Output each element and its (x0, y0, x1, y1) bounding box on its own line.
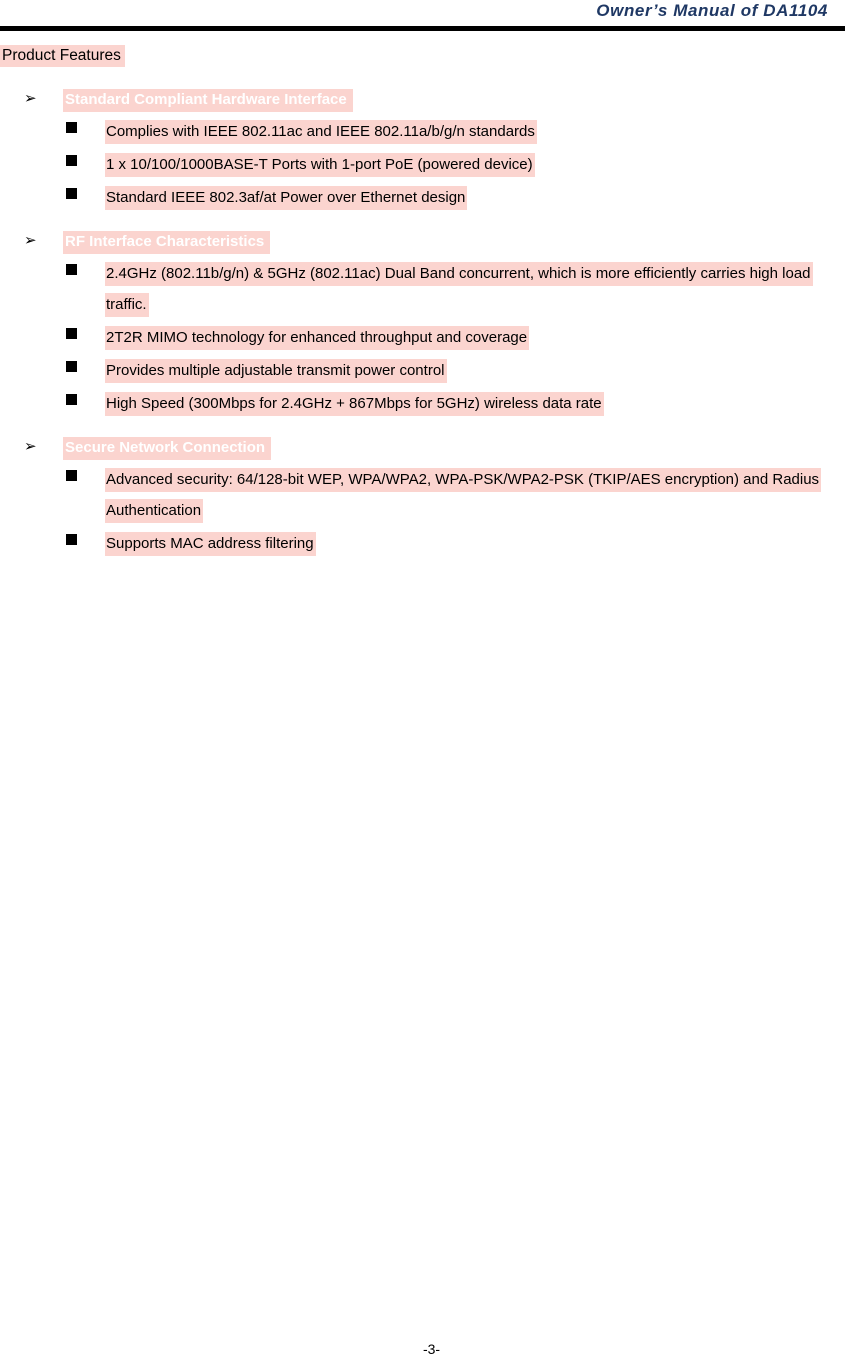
feature-sections: ➢ Standard Compliant Hardware Interface Co… (0, 87, 863, 559)
feature-list: Advanced security: 64/128-bit WEP, WPA/W… (0, 464, 863, 559)
list-item-text: 1 x 10/100/1000BASE-T Ports with 1-port … (105, 149, 855, 180)
feature-section: ➢ RF Interface Characteristics 2.4GHz (802… (0, 229, 863, 419)
highlighted-text: Provides multiple adjustable transmit po… (105, 359, 447, 383)
list-item-text: Complies with IEEE 802.11ac and IEEE 802… (105, 116, 855, 147)
page-title-text: Product Features (0, 45, 125, 67)
list-item: 2T2R MIMO technology for enhanced throug… (0, 322, 863, 353)
list-item-text: 2T2R MIMO technology for enhanced throug… (105, 322, 855, 353)
square-bullet-icon (66, 470, 77, 481)
arrow-bullet-icon: ➢ (24, 232, 37, 249)
arrow-bullet-icon: ➢ (24, 438, 37, 455)
page-content: Product Features ➢ Standard Compliant Har… (0, 45, 863, 571)
square-bullet-icon (66, 328, 77, 339)
list-item-text: Advanced security: 64/128-bit WEP, WPA/W… (105, 464, 855, 526)
list-item: Advanced security: 64/128-bit WEP, WPA/W… (0, 464, 863, 526)
list-item-text: High Speed (300Mbps for 2.4GHz + 867Mbps… (105, 388, 855, 419)
square-bullet-icon (66, 188, 77, 199)
section-heading-label: RF Interface Characteristics (63, 231, 271, 254)
list-item: 1 x 10/100/1000BASE-T Ports with 1-port … (0, 149, 863, 180)
highlighted-text: Standard IEEE 802.3af/at Power over Ethe… (105, 186, 468, 210)
square-bullet-icon (66, 534, 77, 545)
feature-section: ➢ Secure Network Connection Advanced secur… (0, 435, 863, 559)
square-bullet-icon (66, 122, 77, 133)
square-bullet-icon (66, 361, 77, 372)
list-item: High Speed (300Mbps for 2.4GHz + 867Mbps… (0, 388, 863, 419)
list-item-text: Provides multiple adjustable transmit po… (105, 355, 855, 386)
page-footer: -3- (0, 1341, 863, 1359)
list-item-text: Supports MAC address filtering (105, 528, 855, 559)
highlighted-text: 2T2R MIMO technology for enhanced throug… (105, 326, 530, 350)
feature-list: Complies with IEEE 802.11ac and IEEE 802… (0, 116, 863, 213)
section-heading: ➢ Standard Compliant Hardware Interface (0, 87, 863, 114)
section-heading: ➢ Secure Network Connection (0, 435, 863, 462)
header-title: Owner’s Manual of DA1104 (596, 1, 828, 20)
list-item: Supports MAC address filtering (0, 528, 863, 559)
list-item: Complies with IEEE 802.11ac and IEEE 802… (0, 116, 863, 147)
arrow-bullet-icon: ➢ (24, 90, 37, 107)
highlighted-text: High Speed (300Mbps for 2.4GHz + 867Mbps… (105, 392, 604, 416)
page-title: Product Features (0, 45, 863, 67)
page-header: Owner’s Manual of DA1104 (0, 0, 863, 36)
highlighted-text: Supports MAC address filtering (105, 532, 316, 556)
feature-section: ➢ Standard Compliant Hardware Interface Co… (0, 87, 863, 213)
list-item: Provides multiple adjustable transmit po… (0, 355, 863, 386)
highlighted-text: Complies with IEEE 802.11ac and IEEE 802… (105, 120, 537, 144)
square-bullet-icon (66, 155, 77, 166)
highlighted-text: 2.4GHz (802.11b/g/n) & 5GHz (802.11ac) D… (105, 262, 813, 317)
square-bullet-icon (66, 264, 77, 275)
list-item-text: Standard IEEE 802.3af/at Power over Ethe… (105, 182, 855, 213)
section-heading-label: Secure Network Connection (63, 437, 272, 460)
section-heading-label: Standard Compliant Hardware Interface (63, 89, 353, 112)
list-item: Standard IEEE 802.3af/at Power over Ethe… (0, 182, 863, 213)
page-number: -3- (422, 1341, 441, 1357)
highlighted-text: Advanced security: 64/128-bit WEP, WPA/W… (105, 468, 822, 523)
header-divider-rule (0, 26, 845, 31)
list-item-text: 2.4GHz (802.11b/g/n) & 5GHz (802.11ac) D… (105, 258, 855, 320)
highlighted-text: 1 x 10/100/1000BASE-T Ports with 1-port … (105, 153, 535, 177)
section-heading: ➢ RF Interface Characteristics (0, 229, 863, 256)
square-bullet-icon (66, 394, 77, 405)
list-item: 2.4GHz (802.11b/g/n) & 5GHz (802.11ac) D… (0, 258, 863, 320)
feature-list: 2.4GHz (802.11b/g/n) & 5GHz (802.11ac) D… (0, 258, 863, 419)
